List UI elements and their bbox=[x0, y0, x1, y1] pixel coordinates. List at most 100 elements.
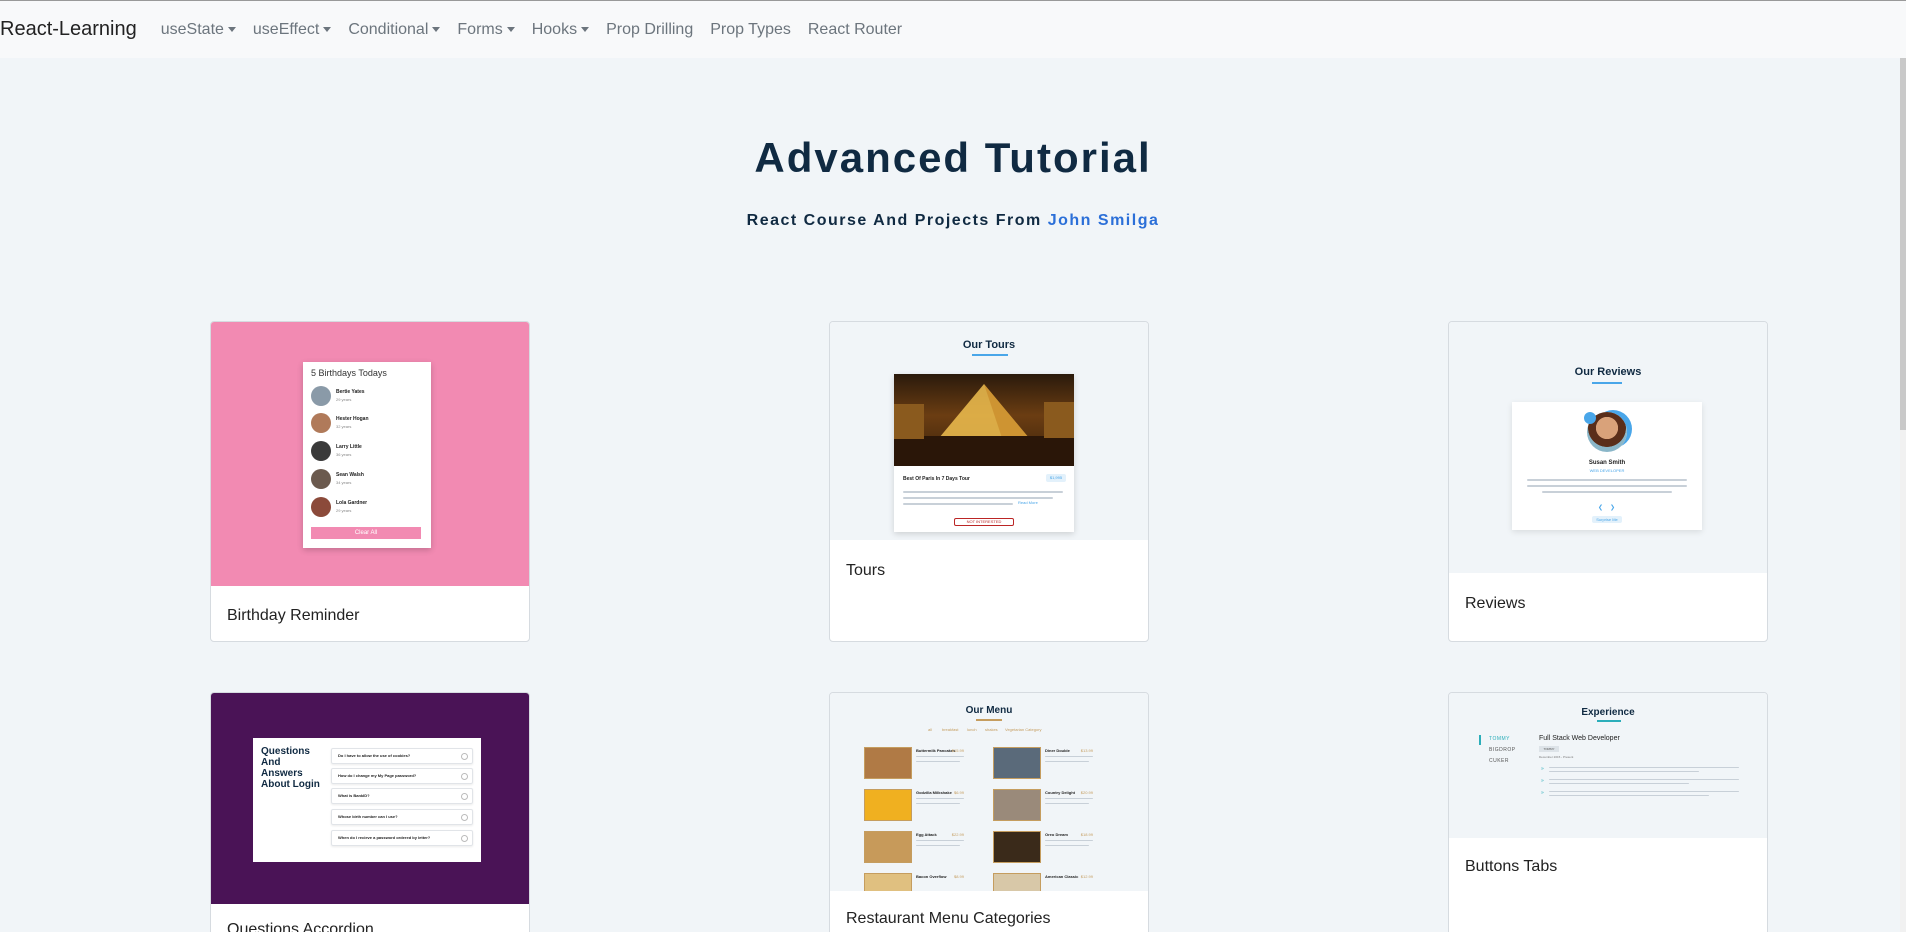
heading-underline bbox=[1592, 382, 1622, 384]
experience-heading: Experience bbox=[1581, 707, 1635, 718]
nav-usestate-dropdown[interactable]: useState bbox=[161, 21, 236, 39]
text-line bbox=[916, 756, 964, 757]
menu-item: Oreo Dream $18.99 bbox=[993, 831, 1093, 865]
heading-underline bbox=[972, 354, 1008, 356]
menu-item-name: Bacon Overflow bbox=[916, 874, 947, 879]
nav-link-label: Hooks bbox=[531, 20, 578, 38]
menu-item: Diner Double $13.99 bbox=[993, 747, 1093, 781]
reviews-heading: Our Reviews bbox=[1574, 366, 1642, 378]
clear-all-button: Clear All bbox=[311, 527, 421, 539]
birthday-person: Lola Gardner 29 years bbox=[311, 497, 421, 519]
author-link[interactable]: John Smilga bbox=[1048, 212, 1160, 229]
question-text: What is BankID? bbox=[338, 793, 370, 798]
menu-item: Country Delight $20.99 bbox=[993, 789, 1093, 823]
menu-item: Godzilla Milkshake $6.99 bbox=[864, 789, 964, 823]
menu-category: lunch bbox=[967, 727, 977, 732]
person-name: Bertie Yates bbox=[336, 389, 365, 395]
double-chevron-icon: » bbox=[1541, 790, 1544, 796]
menu-item: Bacon Overflow $8.99 bbox=[864, 873, 964, 891]
card-title: Questions Accordion bbox=[227, 921, 374, 932]
person-age: 36 years bbox=[336, 452, 352, 457]
question-text: When do I recieve a password ordered by … bbox=[338, 835, 431, 840]
card-title: Birthday Reminder bbox=[227, 607, 360, 624]
tab-cuker: CUKER bbox=[1489, 758, 1510, 764]
person-name: Sean Walsh bbox=[336, 472, 364, 478]
menu-item-name: Diner Double bbox=[1045, 748, 1070, 753]
accordion-preview: Questions And Answers About Login Do I h… bbox=[253, 738, 481, 862]
page-subtitle: React Course And Projects From John Smil… bbox=[0, 212, 1906, 230]
caret-down-icon bbox=[323, 27, 332, 32]
card-thumbnail: Our Reviews Susan Smith WEB DEVELOPER ❮ … bbox=[1449, 322, 1767, 573]
nav-link-label: Prop Types bbox=[710, 20, 791, 38]
plus-icon bbox=[461, 835, 468, 842]
text-line bbox=[903, 491, 1063, 493]
nav-prop-drilling-link[interactable]: Prop Drilling bbox=[606, 21, 693, 39]
chevron-right-icon: ❯ bbox=[1610, 505, 1616, 511]
scrollbar-thumb[interactable] bbox=[1900, 58, 1906, 430]
nav-conditional-dropdown[interactable]: Conditional bbox=[348, 21, 441, 39]
avatar bbox=[311, 441, 331, 461]
card-restaurant-menu[interactable]: Our Menu all breakfast lunch shakes Vege… bbox=[829, 692, 1149, 932]
menu-item-image bbox=[864, 747, 912, 779]
menu-heading: Our Menu bbox=[965, 705, 1013, 716]
card-thumbnail: Our Tours Best Of Paris In 7 Days Tour $… bbox=[830, 322, 1148, 540]
job-title: Full Stack Web Developer bbox=[1539, 735, 1620, 742]
double-chevron-icon: » bbox=[1541, 766, 1544, 772]
menu-item-price: $15.99 bbox=[951, 748, 964, 753]
menu-category: shakes bbox=[985, 727, 998, 732]
reviewer-name: Susan Smith bbox=[1588, 460, 1626, 466]
plus-icon bbox=[461, 793, 468, 800]
text-line bbox=[1045, 756, 1093, 757]
avatar bbox=[311, 469, 331, 489]
read-more-link: Read More bbox=[1018, 500, 1038, 505]
not-interested-button: NOT INTERESTED bbox=[954, 518, 1014, 526]
menu-item-image bbox=[993, 831, 1041, 863]
menu-item: American Classic $12.99 bbox=[993, 873, 1093, 891]
nav-forms-dropdown[interactable]: Forms bbox=[457, 21, 515, 39]
text-line bbox=[916, 840, 964, 841]
accordion-question: How do I change my My Page password? bbox=[331, 768, 473, 784]
job-dates: December 2015 - Present bbox=[1539, 755, 1574, 759]
card-thumbnail: Questions And Answers About Login Do I h… bbox=[211, 693, 529, 904]
text-line bbox=[1045, 798, 1093, 799]
pyramid-image bbox=[894, 384, 1074, 466]
active-tab-indicator bbox=[1479, 735, 1481, 745]
nav-prop-types-link[interactable]: Prop Types bbox=[710, 21, 791, 39]
quote-icon bbox=[1584, 412, 1596, 424]
text-line bbox=[1549, 791, 1739, 792]
text-line bbox=[1527, 479, 1687, 481]
tour-price: $1,995 bbox=[1046, 474, 1066, 482]
card-birthday-reminder[interactable]: 5 Birthdays Todays Bertie Yates 29 years… bbox=[210, 321, 530, 642]
text-line bbox=[916, 845, 960, 846]
menu-item-name: Country Delight bbox=[1045, 790, 1075, 795]
text-line bbox=[1549, 767, 1739, 768]
text-line bbox=[1045, 845, 1089, 846]
tour-image bbox=[894, 374, 1074, 466]
menu-item-name: Oreo Dream bbox=[1045, 832, 1068, 837]
card-tours[interactable]: Our Tours Best Of Paris In 7 Days Tour $… bbox=[829, 321, 1149, 642]
heading-underline bbox=[1597, 720, 1621, 722]
plus-icon bbox=[461, 753, 468, 760]
menu-item-image bbox=[993, 747, 1041, 779]
menu-item-price: $18.99 bbox=[1080, 832, 1093, 837]
chevron-left-icon: ❮ bbox=[1598, 505, 1604, 511]
question-text: Do I have to allow the use of cookies? bbox=[338, 753, 411, 758]
menu-item-price: $6.99 bbox=[953, 790, 964, 795]
nav-hooks-dropdown[interactable]: Hooks bbox=[531, 20, 590, 39]
menu-item-price: $20.99 bbox=[1080, 790, 1093, 795]
nav-react-router-link[interactable]: React Router bbox=[808, 21, 902, 39]
card-title: Restaurant Menu Categories bbox=[846, 910, 1051, 927]
person-name: Lola Gardner bbox=[336, 500, 368, 506]
menu-item-image bbox=[864, 789, 912, 821]
menu-item-name: Egg Attack bbox=[916, 832, 937, 837]
avatar bbox=[311, 413, 331, 433]
card-reviews[interactable]: Our Reviews Susan Smith WEB DEVELOPER ❮ … bbox=[1448, 321, 1768, 642]
brand-link[interactable]: React-Learning bbox=[0, 18, 137, 41]
card-buttons-tabs[interactable]: Experience TOMMY BIGDROP CUKER Full Stac… bbox=[1448, 692, 1768, 932]
person-age: 32 years bbox=[336, 424, 352, 429]
nav-link-label: useEffect bbox=[252, 20, 320, 38]
birthday-preview: 5 Birthdays Todays Bertie Yates 29 years… bbox=[303, 362, 431, 548]
nav-useeffect-dropdown[interactable]: useEffect bbox=[252, 20, 332, 39]
card-questions-accordion[interactable]: Questions And Answers About Login Do I h… bbox=[210, 692, 530, 932]
menu-item-image bbox=[993, 873, 1041, 891]
